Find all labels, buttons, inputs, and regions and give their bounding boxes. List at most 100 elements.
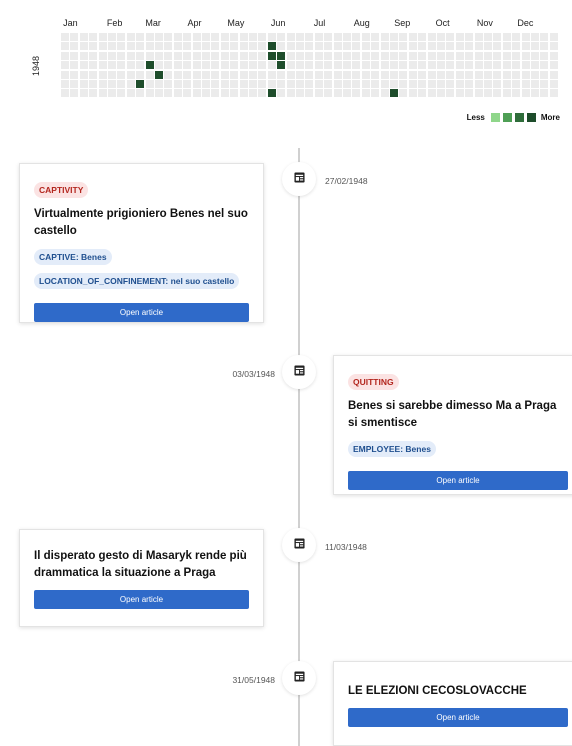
heatmap-cell: [521, 80, 530, 88]
heatmap-cell: [549, 33, 558, 41]
heatmap-cell: [390, 61, 398, 70]
heatmap-cell: [549, 51, 558, 60]
legend-swatch-4: [526, 113, 536, 122]
heatmap-cell: [296, 51, 304, 60]
heatmap-cell: [352, 89, 361, 98]
heatmap-cell: [286, 80, 295, 88]
heatmap-cell: [296, 33, 304, 41]
heatmap-cell: [474, 70, 483, 79]
heatmap-cell: [61, 61, 69, 70]
month-label: Dec: [517, 18, 534, 28]
heatmap-cell: [314, 89, 323, 98]
heatmap-cell: [437, 61, 445, 70]
heatmap-cell: [343, 42, 351, 51]
heatmap-cell: [277, 89, 286, 98]
heatmap-cell: [371, 61, 380, 70]
heatmap-cell: [521, 70, 530, 79]
heatmap-cell: [79, 42, 88, 51]
heatmap-cell: [126, 89, 135, 98]
heatmap-cell: [239, 51, 248, 60]
event-card: LE ELEZIONI CECOSLOVACCHE Open article: [333, 661, 572, 746]
heatmap-cell: [211, 61, 220, 70]
heatmap-cell: [192, 51, 201, 60]
heatmap-cell: [70, 51, 79, 60]
heatmap-cell: [145, 51, 154, 60]
heatmap-cell: [343, 33, 351, 41]
heatmap-cell: [89, 61, 98, 70]
heatmap-cell: [230, 70, 239, 79]
heatmap-cell: [239, 89, 248, 98]
event-type-badge: CAPTIVITY: [34, 182, 89, 198]
heatmap-cell: [484, 61, 492, 70]
heatmap-cell: [324, 89, 333, 98]
heatmap-cell: [239, 61, 248, 70]
event-title: Il disperato gesto di Masaryk rende più …: [34, 550, 247, 579]
heatmap-cell: [437, 33, 445, 41]
heatmap-cell: [446, 33, 455, 41]
heatmap-cell: [117, 61, 126, 70]
heatmap-cell: [324, 33, 333, 41]
heatmap-cell: [183, 80, 192, 88]
heatmap-cell: [61, 70, 69, 79]
heatmap-cell: [267, 70, 276, 79]
heatmap-cell: [173, 70, 182, 79]
heatmap-cell: [399, 70, 408, 79]
heatmap-cell: [390, 42, 398, 51]
heatmap-cell: [371, 42, 380, 51]
timeline-axis: [298, 148, 300, 746]
month-label: May: [227, 18, 245, 28]
heatmap-cell: [220, 51, 229, 60]
open-article-button[interactable]: Open article: [34, 590, 249, 609]
heatmap-cell: [98, 42, 107, 51]
heatmap-cell: [258, 70, 267, 79]
heatmap-cell: [230, 80, 239, 88]
heatmap-cell: [220, 42, 229, 51]
year-label: 1948: [31, 55, 41, 77]
heatmap-cell: [455, 42, 464, 51]
heatmap-cell: [249, 51, 257, 60]
heatmap-cell: [408, 33, 417, 41]
heatmap-cell: [211, 89, 220, 98]
heatmap-cell: [249, 70, 257, 79]
heatmap-cell: [390, 89, 398, 98]
heatmap-cell: [183, 61, 192, 70]
heatmap-cell: [145, 70, 154, 79]
heatmap-cell: [277, 61, 286, 70]
heatmap-cell: [173, 61, 182, 70]
heatmap-cell: [173, 51, 182, 60]
timeline-node: [282, 162, 316, 196]
heatmap-cell: [136, 89, 145, 98]
heatmap-cell: [79, 33, 88, 41]
heatmap-cell: [79, 89, 88, 98]
heatmap-cell: [249, 89, 257, 98]
heatmap-cell: [258, 42, 267, 51]
heatmap-cell: [98, 70, 107, 79]
heatmap-cell: [484, 42, 492, 51]
article-icon: [293, 170, 305, 188]
heatmap-cell: [408, 61, 417, 70]
heatmap-cell: [202, 80, 210, 88]
heatmap-cell: [390, 51, 398, 60]
event-title: Benes si sarebbe dimesso Ma a Praga si s…: [348, 400, 557, 429]
month-label: Mar: [145, 18, 161, 28]
calendar-heatmap: Jan Feb Mar Apr May Jun Jul Aug Sep Oct Nov Dec 194…: [0, 0, 572, 130]
heatmap-cell: [98, 89, 107, 98]
open-article-button[interactable]: Open article: [348, 708, 568, 727]
heatmap-cell: [164, 33, 173, 41]
heatmap-cell: [202, 51, 210, 60]
heatmap-cell: [230, 51, 239, 60]
heatmap-cell: [493, 89, 502, 98]
heatmap-cell: [380, 70, 389, 79]
heatmap-cell: [202, 70, 210, 79]
heatmap-cell: [352, 33, 361, 41]
open-article-button[interactable]: Open article: [348, 471, 568, 490]
open-article-button[interactable]: Open article: [34, 303, 249, 322]
heatmap-cell: [427, 80, 436, 88]
heatmap-cell: [512, 70, 521, 79]
heatmap-cell: [484, 51, 492, 60]
heatmap-cell: [427, 33, 436, 41]
heatmap-cell: [324, 61, 333, 70]
heatmap-cell: [427, 42, 436, 51]
heatmap-cell: [117, 33, 126, 41]
heatmap-cell: [484, 70, 492, 79]
